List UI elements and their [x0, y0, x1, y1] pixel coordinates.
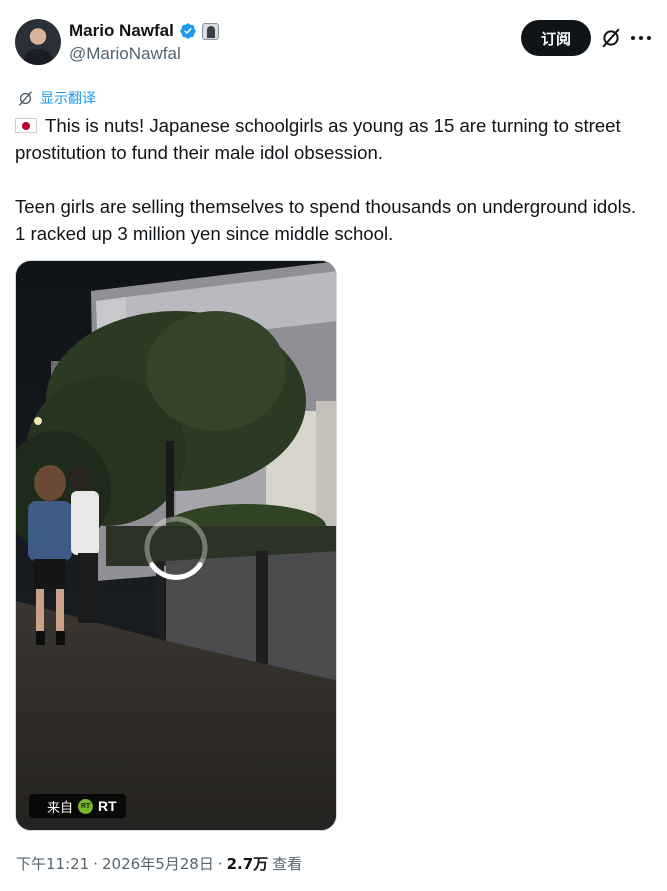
- author-handle[interactable]: @MarioNawfal: [69, 44, 181, 64]
- video-player[interactable]: 来自 RT RT: [15, 260, 337, 831]
- translate-icon: [19, 90, 32, 106]
- japan-flag-emoji: [15, 118, 37, 133]
- tweet-text: This is nuts! Japanese schoolgirls as yo…: [15, 112, 645, 247]
- tweet-paragraph-2: Teen girls are selling themselves to spe…: [15, 196, 637, 244]
- video-source-badge[interactable]: 来自 RT RT: [29, 794, 126, 818]
- show-translation-label[interactable]: 显示翻译: [40, 88, 96, 108]
- more-options-icon[interactable]: [631, 36, 651, 40]
- author-display-name[interactable]: Mario Nawfal: [69, 21, 174, 41]
- author-name-row: Mario Nawfal: [69, 20, 219, 42]
- views-count: 2.7万: [226, 855, 269, 873]
- views-label: 查看: [272, 855, 303, 873]
- loading-spinner-icon: [144, 516, 208, 580]
- affiliate-badge-icon[interactable]: [201, 22, 219, 40]
- show-translation-link[interactable]: 显示翻译: [17, 88, 96, 108]
- rt-logo-icon: RT: [78, 798, 94, 814]
- author-avatar[interactable]: [15, 19, 61, 65]
- meta-separator: ·: [93, 854, 99, 873]
- meta-separator: ·: [217, 854, 223, 873]
- tweet-paragraph-1-text: This is nuts! Japanese schoolgirls as yo…: [15, 115, 621, 163]
- tweet-paragraph-1: This is nuts! Japanese schoolgirls as yo…: [15, 112, 645, 166]
- video-source-name[interactable]: RT: [98, 798, 117, 814]
- grok-icon[interactable]: [600, 27, 622, 49]
- tweet-date[interactable]: 2026年5月28日: [102, 853, 214, 874]
- tweet-metadata: 下午11:21 · 2026年5月28日 · 2.7万 查看: [16, 853, 302, 874]
- verified-badge-icon[interactable]: [179, 22, 197, 40]
- video-source-prefix: 来自: [47, 800, 74, 816]
- subscribe-button[interactable]: 订阅: [521, 20, 591, 56]
- tweet-time[interactable]: 下午11:21: [16, 853, 89, 874]
